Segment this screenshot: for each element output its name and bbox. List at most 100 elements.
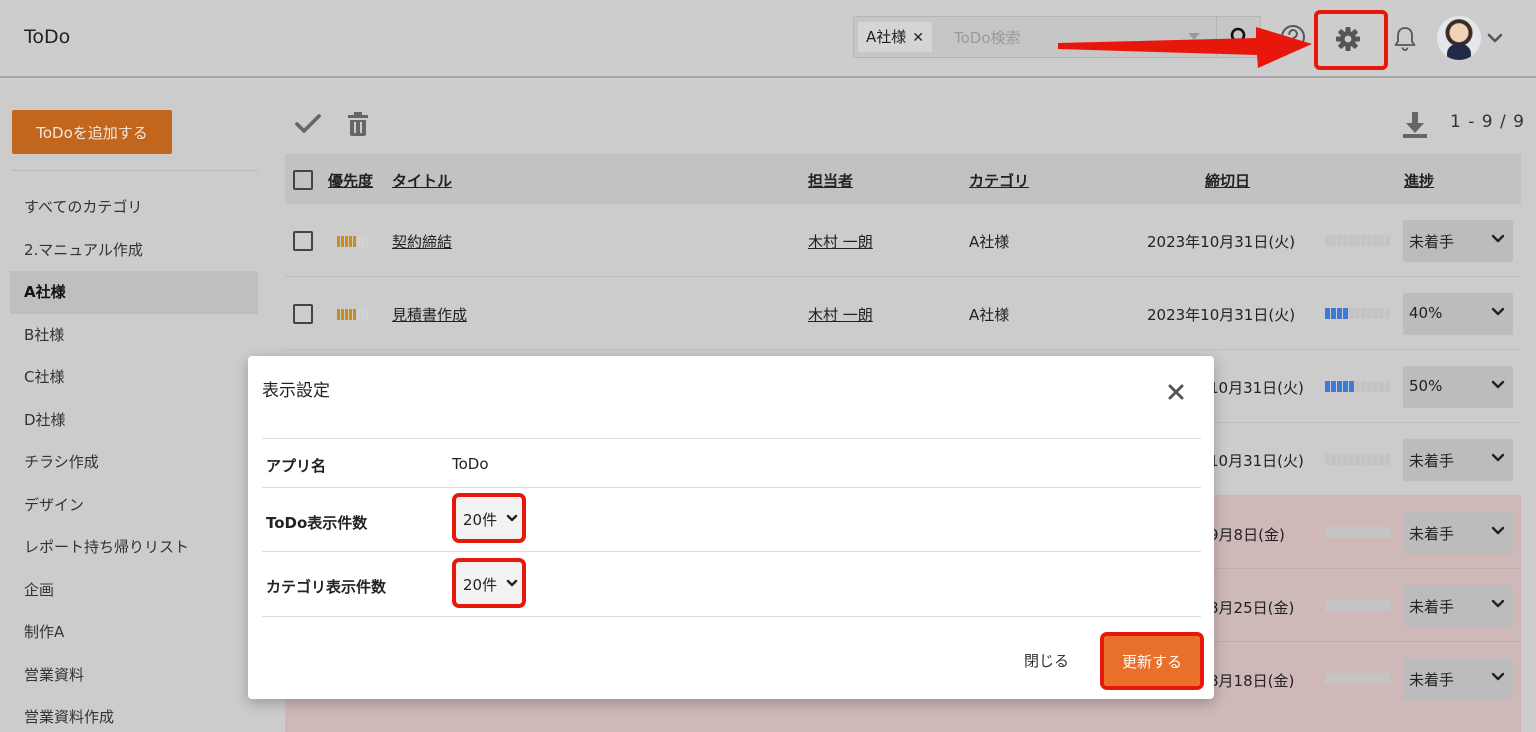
app-name-value: ToDo bbox=[452, 455, 489, 473]
dialog-title: 表示設定 bbox=[262, 381, 330, 401]
annotation-arrow bbox=[1058, 27, 1312, 68]
chevron-down-icon bbox=[506, 579, 518, 587]
gear-highlight-frame bbox=[1314, 10, 1388, 70]
category-count-value: 20件 bbox=[463, 576, 498, 594]
update-button[interactable]: 更新する bbox=[1104, 636, 1200, 686]
progress-meter bbox=[1325, 235, 1390, 246]
status-value: 未着手 bbox=[1409, 671, 1455, 689]
chevron-down-icon bbox=[1491, 380, 1505, 389]
status-select[interactable]: 未着手 bbox=[1403, 658, 1513, 700]
sidebar-item-production-a[interactable]: 制作A bbox=[10, 611, 258, 654]
column-due[interactable]: 締切日 bbox=[1205, 170, 1250, 191]
sidebar-item-flyer[interactable]: チラシ作成 bbox=[10, 441, 258, 484]
category-list: すべてのカテゴリ 2.マニュアル作成 A社様 B社様 C社様 D社様 チラシ作成… bbox=[10, 186, 258, 732]
trash-icon[interactable] bbox=[346, 110, 370, 138]
column-priority[interactable]: 優先度 bbox=[328, 170, 373, 191]
app-title: ToDo bbox=[24, 26, 71, 48]
due-date-cell: 8月25日(金) bbox=[1209, 599, 1295, 617]
column-title[interactable]: タイトル bbox=[392, 170, 452, 191]
category-cell: A社様 bbox=[969, 233, 1010, 251]
chevron-down-icon bbox=[1491, 234, 1505, 243]
table-header: 優先度 タイトル 担当者 カテゴリ 締切日 進捗 bbox=[285, 154, 1521, 204]
row-checkbox[interactable] bbox=[293, 231, 313, 251]
assignee-link[interactable]: 木村 一朗 bbox=[808, 231, 873, 252]
progress-meter bbox=[1325, 673, 1391, 684]
dialog-divider bbox=[262, 438, 1201, 439]
status-select[interactable]: 未着手 bbox=[1403, 220, 1513, 262]
chevron-down-icon bbox=[506, 514, 518, 522]
assignee-link[interactable]: 木村 一朗 bbox=[808, 304, 873, 325]
status-select[interactable]: 50% bbox=[1403, 366, 1513, 408]
status-select[interactable]: 未着手 bbox=[1403, 439, 1513, 481]
search-input[interactable]: ToDo検索 bbox=[954, 27, 1021, 48]
category-count-label: カテゴリ表示件数 bbox=[266, 578, 387, 596]
select-all-checkbox[interactable] bbox=[293, 170, 313, 190]
sidebar-item-d-sha[interactable]: D社様 bbox=[10, 399, 258, 442]
display-settings-dialog: 表示設定 アプリ名 ToDo ToDo表示件数 20件 カテゴリ表示件数 20件… bbox=[248, 356, 1214, 699]
complete-check-icon[interactable] bbox=[294, 112, 322, 136]
status-value: 40% bbox=[1409, 304, 1443, 322]
progress-meter bbox=[1325, 308, 1390, 319]
sidebar-item-all[interactable]: すべてのカテゴリ bbox=[10, 186, 258, 229]
sidebar-item-c-sha[interactable]: C社様 bbox=[10, 356, 258, 399]
add-todo-button[interactable]: ToDoを追加する bbox=[12, 110, 172, 154]
download-icon[interactable] bbox=[1401, 110, 1429, 140]
column-category[interactable]: カテゴリ bbox=[969, 170, 1029, 191]
status-value: 未着手 bbox=[1409, 525, 1455, 543]
row-checkbox[interactable] bbox=[293, 304, 313, 324]
todo-count-value: 20件 bbox=[463, 511, 498, 529]
category-cell: A社様 bbox=[969, 306, 1010, 324]
column-assignee[interactable]: 担当者 bbox=[808, 170, 853, 191]
due-date-cell: 2023年10月31日(火) bbox=[1147, 306, 1296, 324]
sidebar-item-planning[interactable]: 企画 bbox=[10, 569, 258, 612]
user-avatar[interactable] bbox=[1437, 16, 1481, 60]
due-date-cell: 10月31日(火) bbox=[1209, 452, 1304, 470]
status-value: 50% bbox=[1409, 377, 1443, 395]
app-name-label: アプリ名 bbox=[266, 457, 327, 475]
chevron-down-icon bbox=[1491, 453, 1505, 462]
sidebar-item-a-sha[interactable]: A社様 bbox=[10, 271, 258, 314]
table-row[interactable]: 契約締結 木村 一朗 A社様 2023年10月31日(火) 未着手 bbox=[285, 204, 1521, 277]
sidebar-item-design[interactable]: デザイン bbox=[10, 484, 258, 527]
status-select[interactable]: 未着手 bbox=[1403, 585, 1513, 627]
progress-meter bbox=[1325, 600, 1391, 611]
todo-title-link[interactable]: 契約締結 bbox=[392, 231, 452, 252]
search-filter-chip[interactable]: A社様 ✕ bbox=[858, 22, 932, 52]
close-button[interactable]: 閉じる bbox=[1024, 650, 1069, 671]
search-chip-label: A社様 bbox=[866, 28, 907, 46]
todo-title-link[interactable]: 見積書作成 bbox=[392, 304, 467, 325]
column-progress[interactable]: 進捗 bbox=[1404, 170, 1434, 191]
todo-count-select[interactable]: 20件 bbox=[452, 493, 526, 543]
category-count-select[interactable]: 20件 bbox=[452, 558, 526, 608]
status-select[interactable]: 未着手 bbox=[1403, 512, 1513, 554]
table-row[interactable]: 見積書作成 木村 一朗 A社様 2023年10月31日(火) 40% bbox=[285, 277, 1521, 350]
dialog-divider bbox=[262, 487, 1201, 488]
due-date-cell: 9月8日(金) bbox=[1209, 526, 1285, 544]
chevron-down-icon bbox=[1491, 599, 1505, 608]
todo-count-label: ToDo表示件数 bbox=[266, 514, 368, 532]
priority-indicator bbox=[337, 236, 368, 247]
chip-remove-icon[interactable]: ✕ bbox=[912, 30, 924, 46]
priority-indicator bbox=[337, 309, 368, 320]
status-value: 未着手 bbox=[1409, 233, 1455, 251]
app-header: ToDo A社様 ✕ ToDo検索 bbox=[0, 0, 1536, 78]
pagination-range: 1 - 9 / 9 bbox=[1450, 112, 1525, 132]
status-value: 未着手 bbox=[1409, 598, 1455, 616]
sidebar-item-sales-docs-creation[interactable]: 営業資料作成 bbox=[10, 696, 258, 732]
chevron-down-icon bbox=[1491, 672, 1505, 681]
dialog-divider bbox=[262, 551, 1201, 552]
sidebar-item-sales-docs[interactable]: 営業資料 bbox=[10, 654, 258, 697]
progress-meter bbox=[1325, 527, 1391, 538]
chevron-down-icon bbox=[1491, 526, 1505, 535]
progress-meter bbox=[1325, 454, 1390, 465]
progress-meter bbox=[1325, 381, 1390, 392]
bell-icon[interactable] bbox=[1392, 24, 1418, 54]
sidebar-item-manual[interactable]: 2.マニュアル作成 bbox=[10, 229, 258, 272]
chevron-down-icon[interactable] bbox=[1486, 31, 1504, 45]
sidebar-item-report-list[interactable]: レポート持ち帰りリスト bbox=[10, 526, 258, 569]
dialog-divider bbox=[262, 616, 1201, 617]
status-select[interactable]: 40% bbox=[1403, 293, 1513, 335]
close-icon[interactable] bbox=[1166, 382, 1186, 402]
sidebar-divider bbox=[12, 170, 258, 171]
sidebar-item-b-sha[interactable]: B社様 bbox=[10, 314, 258, 357]
